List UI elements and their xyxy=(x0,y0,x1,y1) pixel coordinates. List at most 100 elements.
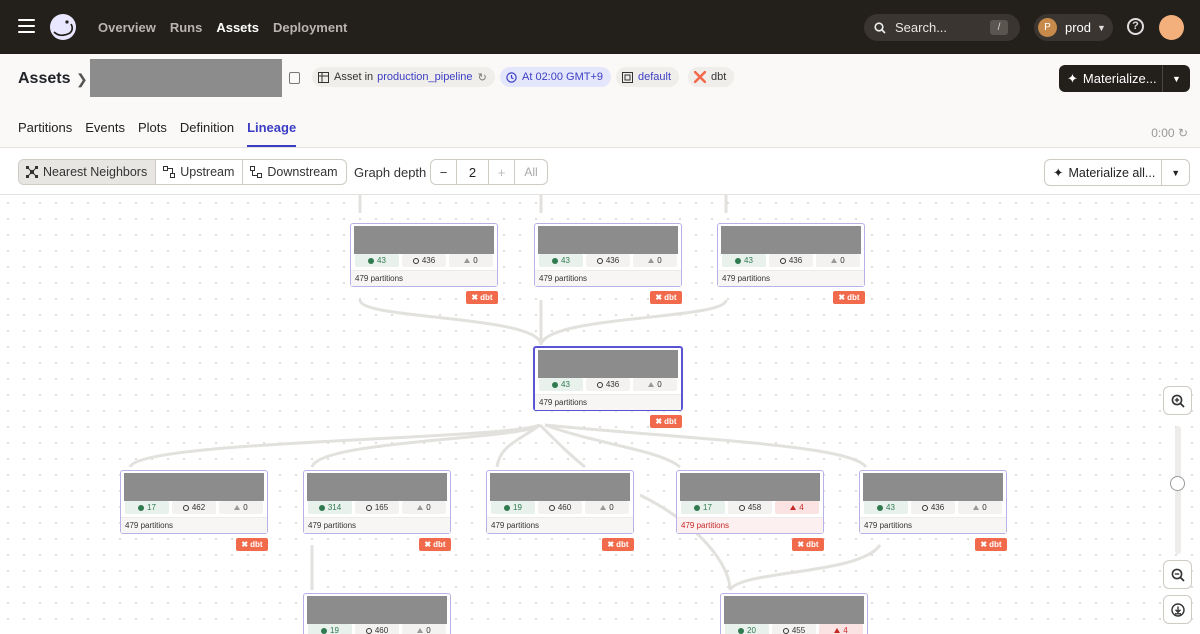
asset-node-title-redacted xyxy=(307,473,447,501)
materialize-button[interactable]: ✦ Materialize... ▼ xyxy=(1059,65,1190,92)
missing-ring-icon xyxy=(596,381,603,388)
success-dot-icon xyxy=(735,257,742,264)
success-dot-icon xyxy=(552,381,559,388)
success-dot-icon xyxy=(504,504,511,511)
dbt-badge: ✖ dbt xyxy=(466,291,498,304)
search-icon xyxy=(874,21,886,34)
missing-ring-icon xyxy=(412,257,419,264)
deployment-switcher[interactable]: P prod ▼ xyxy=(1034,14,1113,41)
materialize-all-button[interactable]: ✦ Materialize all... ▼ xyxy=(1044,159,1190,186)
dbt-badge: ✖ dbt xyxy=(419,538,451,551)
missing-ring-icon xyxy=(548,504,555,511)
search-input[interactable]: Search... / xyxy=(864,14,1020,41)
success-dot-icon xyxy=(318,504,325,511)
lineage-toolbar: Nearest Neighbors Upstream Downstream Gr… xyxy=(0,149,1200,195)
asset-node[interactable]: 314 165 0 479 partitions xyxy=(303,470,451,534)
user-avatar[interactable] xyxy=(1159,15,1184,40)
downstream-label: Downstream xyxy=(267,165,338,179)
zoom-out-button[interactable] xyxy=(1163,560,1192,589)
dagster-logo-icon[interactable] xyxy=(48,12,78,42)
warning-triangle-icon xyxy=(600,505,607,510)
warning-triangle-icon xyxy=(973,505,980,510)
success-dot-icon xyxy=(694,504,701,511)
selected-asset-node[interactable]: 43 436 0 479 partitions xyxy=(533,346,683,411)
partition-count: 479 partitions xyxy=(351,270,497,286)
tab-plots[interactable]: Plots xyxy=(138,120,167,147)
dbt-icon: ✖ xyxy=(655,293,663,302)
sparkle-icon: ✦ xyxy=(1053,166,1064,180)
success-dot-icon xyxy=(368,257,375,264)
breadcrumb-assets[interactable]: Assets xyxy=(18,70,70,88)
copy-icon[interactable] xyxy=(289,72,300,84)
dbt-badge: ✖ dbt xyxy=(792,538,824,551)
nav-assets[interactable]: Assets xyxy=(216,20,259,35)
depth-increment-button[interactable]: + xyxy=(489,160,515,184)
missing-count: 455 xyxy=(772,624,816,634)
materialized-count: 43 xyxy=(722,254,766,267)
missing-count: 436 xyxy=(586,254,630,267)
asset-node[interactable]: 43 436 0 479 partitions xyxy=(859,470,1007,534)
missing-count: 458 xyxy=(728,501,772,514)
success-dot-icon xyxy=(138,504,145,511)
upstream-label: Upstream xyxy=(180,165,235,179)
group-chip[interactable]: default xyxy=(616,67,680,87)
asset-node[interactable]: 17 458 4 479 partitions xyxy=(676,470,824,534)
asset-node[interactable]: 20 455 4 xyxy=(720,593,868,634)
missing-count: 436 xyxy=(402,254,446,267)
materialized-count: 19 xyxy=(491,501,535,514)
chevron-down-icon[interactable]: ▼ xyxy=(1163,74,1190,84)
nav-runs[interactable]: Runs xyxy=(170,20,203,35)
asset-header: Assets ❯ Asset in production_pipeline ↻ … xyxy=(0,54,1200,148)
zoom-in-button[interactable] xyxy=(1163,386,1192,415)
downstream-button[interactable]: Downstream xyxy=(243,160,345,184)
materialized-count: 19 xyxy=(308,624,352,634)
help-icon[interactable]: ? xyxy=(1127,18,1144,35)
nav-overview[interactable]: Overview xyxy=(98,20,156,35)
top-nav: Overview Runs Assets Deployment Search..… xyxy=(0,0,1200,54)
asset-node[interactable]: 17 462 0 479 partitions xyxy=(120,470,268,534)
partition-count: 479 partitions xyxy=(304,517,450,533)
tab-partitions[interactable]: Partitions xyxy=(18,120,72,147)
asset-node[interactable]: 43 436 0 479 partitions xyxy=(534,223,682,287)
depth-decrement-button[interactable]: − xyxy=(431,160,457,184)
nav-deployment[interactable]: Deployment xyxy=(273,20,347,35)
asset-node-title-redacted xyxy=(724,596,864,624)
chevron-down-icon[interactable]: ▼ xyxy=(1162,168,1189,178)
asset-node[interactable]: 19 460 0 479 partitions xyxy=(486,470,634,534)
missing-ring-icon xyxy=(182,504,189,511)
code-location-link[interactable]: production_pipeline xyxy=(377,71,472,83)
asset-node[interactable]: 43 436 0 479 partitions xyxy=(350,223,498,287)
warning-triangle-icon xyxy=(417,505,424,510)
zoom-slider-handle[interactable] xyxy=(1170,476,1185,491)
schedule-chip[interactable]: At 02:00 GMT+9 xyxy=(500,67,612,87)
tab-events[interactable]: Events xyxy=(85,120,125,147)
asset-node[interactable]: 43 436 0 479 partitions xyxy=(717,223,865,287)
lineage-graph-canvas[interactable]: 43 436 0 479 partitions ✖ dbt 43 436 0 47… xyxy=(0,195,1200,634)
zoom-out-icon xyxy=(1171,568,1185,582)
success-dot-icon xyxy=(321,627,328,634)
missing-ring-icon xyxy=(782,627,789,634)
code-location-chip[interactable]: Asset in production_pipeline ↻ xyxy=(312,67,495,87)
asset-node[interactable]: 19 460 0 xyxy=(303,593,451,634)
nearest-neighbors-button[interactable]: Nearest Neighbors xyxy=(19,160,157,184)
asset-name-redacted xyxy=(90,59,282,97)
refresh-timer[interactable]: 0:00 ↻ xyxy=(1151,126,1188,140)
missing-ring-icon xyxy=(738,504,745,511)
zoom-in-icon xyxy=(1171,394,1185,408)
tab-definition[interactable]: Definition xyxy=(180,120,234,147)
depth-value[interactable]: 2 xyxy=(457,160,489,184)
reload-icon[interactable]: ↻ xyxy=(478,71,487,84)
warning-triangle-icon xyxy=(831,258,838,263)
missing-count: 460 xyxy=(355,624,399,634)
missing-ring-icon xyxy=(779,257,786,264)
menu-icon[interactable] xyxy=(18,19,35,33)
tab-lineage[interactable]: Lineage xyxy=(247,120,297,147)
depth-all-button[interactable]: All xyxy=(515,160,547,184)
upstream-button[interactable]: Upstream xyxy=(156,160,244,184)
deployment-initial: P xyxy=(1038,18,1057,37)
kind-chip: dbt xyxy=(688,67,735,87)
schedule-label: At 02:00 GMT+9 xyxy=(522,71,604,83)
materialized-count: 43 xyxy=(539,378,583,391)
download-button[interactable] xyxy=(1163,595,1192,624)
deployment-name: prod xyxy=(1065,20,1092,35)
